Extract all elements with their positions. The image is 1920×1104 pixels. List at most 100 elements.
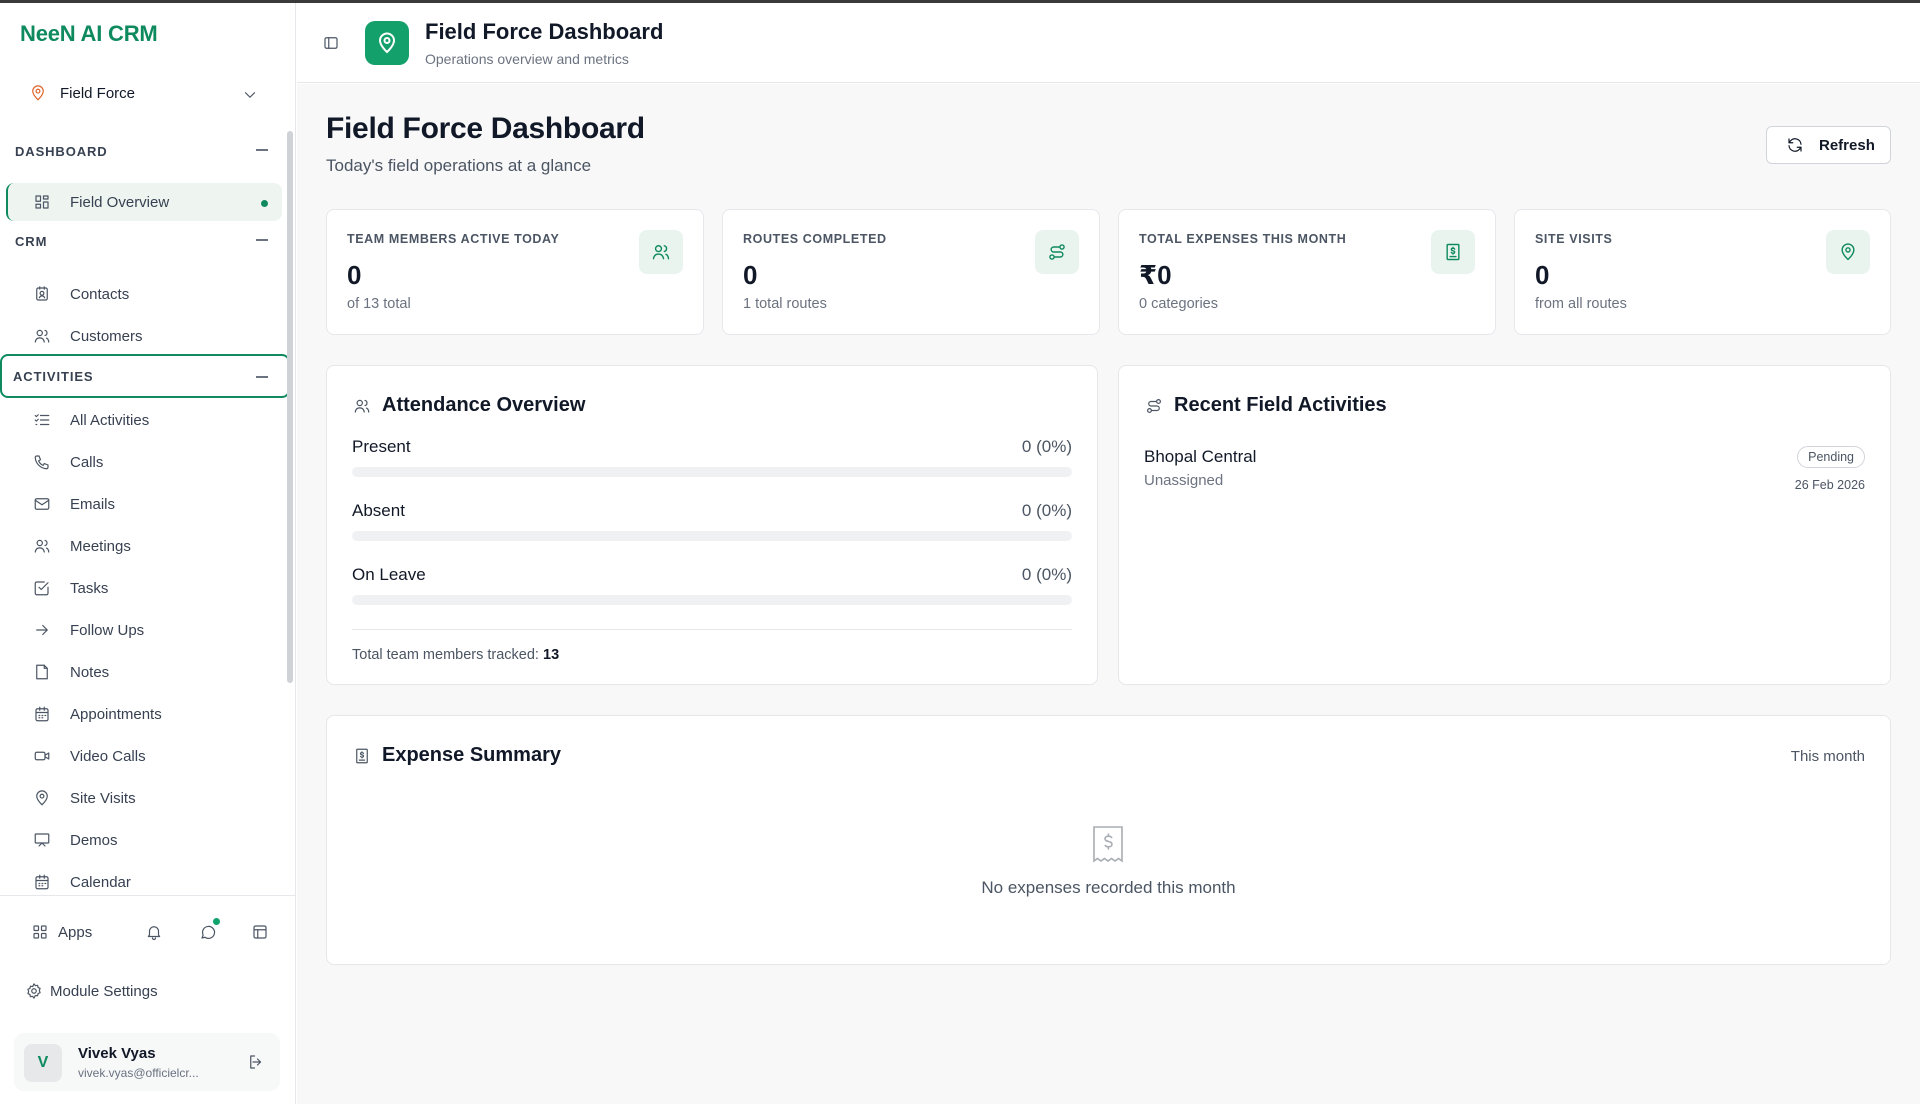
card-title-text: Expense Summary <box>382 744 561 766</box>
sidebar-item-field-overview[interactable]: Field Overview <box>6 183 282 221</box>
sidebar-item-label: Customers <box>70 327 143 345</box>
sidebar-item-label: Notes <box>70 663 110 681</box>
stat-note: of 13 total <box>347 296 411 312</box>
map-pin-icon <box>365 21 409 65</box>
brand-logo-text: NeeN AI CRM <box>20 21 158 46</box>
status-badge: Pending <box>1797 446 1865 468</box>
section-header-crm[interactable]: CRM <box>4 219 288 263</box>
sidebar-item-notes[interactable]: Notes <box>6 653 282 691</box>
sidebar-item-label: Calls <box>70 453 104 471</box>
attendance-total: Total team members tracked: 13 <box>352 647 559 663</box>
sidebar-item-appointments[interactable]: Appointments <box>6 695 282 733</box>
attendance-total-label: Total team members tracked: <box>352 647 539 663</box>
collapse-icon <box>256 239 268 241</box>
sidebar-toggle-icon[interactable] <box>321 33 341 53</box>
user-email: vivek.vyas@officielcr... <box>78 1066 199 1080</box>
apps-grid-icon <box>30 922 50 942</box>
sidebar-item-label: Site Visits <box>70 789 136 807</box>
sidebar-item-calls[interactable]: Calls <box>6 443 282 481</box>
module-settings-label: Module Settings <box>50 982 158 1000</box>
header-subtitle: Operations overview and metrics <box>425 51 629 67</box>
avatar: V <box>24 1044 62 1082</box>
grid-icon <box>32 192 52 212</box>
attendance-label: Absent <box>352 501 405 520</box>
sidebar-item-customers[interactable]: Customers <box>6 317 282 355</box>
sidebar-item-label: Demos <box>70 831 118 849</box>
sidebar-item-calendar[interactable]: Calendar <box>6 863 282 893</box>
list-check-icon <box>32 410 52 430</box>
attendance-value: 0 (0%) <box>1021 565 1072 584</box>
sidebar-item-label: Contacts <box>70 285 130 303</box>
attendance-total-value: 13 <box>543 647 560 663</box>
receipt-icon <box>1431 230 1475 274</box>
users-icon <box>352 396 372 416</box>
sidebar-item-contacts[interactable]: Contacts <box>6 275 282 313</box>
layout-icon[interactable] <box>250 922 270 942</box>
section-header-dashboard[interactable]: DASHBOARD <box>4 129 288 173</box>
sidebar: NeeN AI CRM Field Force DASHBOARD Field … <box>0 3 296 1104</box>
card-title: Recent Field Activities <box>1144 394 1387 417</box>
attendance-overview-card: Attendance Overview Present 0 (0%) Absen… <box>326 365 1098 685</box>
route-icon <box>1144 396 1164 416</box>
calendar-icon <box>32 704 52 724</box>
phone-icon <box>32 452 52 472</box>
sidebar-item-video-calls[interactable]: Video Calls <box>6 737 282 775</box>
card-title: Attendance Overview <box>352 394 585 417</box>
attendance-label: Present <box>352 437 411 456</box>
sidebar-item-demos[interactable]: Demos <box>6 821 282 859</box>
progress-bar <box>352 467 1072 477</box>
chat-notification-dot <box>212 917 221 926</box>
stat-note: from all routes <box>1535 296 1627 312</box>
user-profile-card[interactable]: V Vivek Vyas vivek.vyas@officielcr... <box>14 1033 280 1091</box>
sidebar-item-tasks[interactable]: Tasks <box>6 569 282 607</box>
progress-bar <box>352 595 1072 605</box>
card-title: Expense Summary <box>352 744 561 767</box>
apps-label: Apps <box>58 923 93 941</box>
user-name: Vivek Vyas <box>78 1045 156 1062</box>
video-icon <box>32 746 52 766</box>
attendance-value: 0 (0%) <box>1021 437 1072 456</box>
checkbox-icon <box>32 578 52 598</box>
sidebar-nav: DASHBOARD Field Overview CRM Contacts Cu <box>0 129 296 893</box>
users-icon <box>32 326 52 346</box>
sidebar-item-site-visits[interactable]: Site Visits <box>6 779 282 817</box>
empty-state-text: No expenses recorded this month <box>981 878 1236 897</box>
sidebar-item-label: All Activities <box>70 411 150 429</box>
apps-button[interactable]: Apps <box>30 922 92 942</box>
expense-summary-card: Expense Summary This month No expenses r… <box>326 715 1891 965</box>
section-header-activities[interactable]: ACTIVITIES <box>0 354 290 398</box>
receipt-icon <box>1090 824 1126 864</box>
sidebar-item-label: Field Overview <box>70 193 170 211</box>
stat-card-site-visits: SITE VISITS 0 from all routes <box>1514 209 1891 335</box>
expense-period: This month <box>1790 748 1865 765</box>
sidebar-item-follow-ups[interactable]: Follow Ups <box>6 611 282 649</box>
sidebar-scrollbar[interactable] <box>287 131 293 683</box>
route-icon <box>1035 230 1079 274</box>
header-title: Field Force Dashboard <box>425 19 664 44</box>
stat-note: 0 categories <box>1139 296 1218 312</box>
map-pin-icon <box>32 788 52 808</box>
sidebar-toolbar: Apps <box>30 915 280 949</box>
contact-card-icon <box>32 284 52 304</box>
sidebar-item-all-activities[interactable]: All Activities <box>6 401 282 439</box>
stat-card-expenses: TOTAL EXPENSES THIS MONTH ₹0 0 categorie… <box>1118 209 1496 335</box>
active-indicator-dot <box>261 200 268 207</box>
stat-label: TEAM MEMBERS ACTIVE TODAY <box>347 232 560 246</box>
receipt-icon <box>352 746 372 766</box>
module-settings-link[interactable]: Module Settings <box>24 981 158 1001</box>
logout-icon[interactable] <box>246 1052 266 1072</box>
bell-icon[interactable] <box>144 922 164 942</box>
map-pin-icon <box>28 83 48 103</box>
sidebar-item-emails[interactable]: Emails <box>6 485 282 523</box>
stat-value: 0 <box>1535 260 1550 290</box>
refresh-button[interactable]: Refresh <box>1766 126 1891 164</box>
collapse-icon <box>256 149 268 151</box>
note-icon <box>32 662 52 682</box>
page-title: Field Force Dashboard <box>326 112 645 145</box>
sidebar-item-label: Video Calls <box>70 747 146 765</box>
module-selector[interactable]: Field Force <box>20 75 270 111</box>
progress-bar <box>352 531 1072 541</box>
section-label: ACTIVITIES <box>13 368 94 384</box>
sidebar-item-meetings[interactable]: Meetings <box>6 527 282 565</box>
sidebar-item-label: Meetings <box>70 537 131 555</box>
